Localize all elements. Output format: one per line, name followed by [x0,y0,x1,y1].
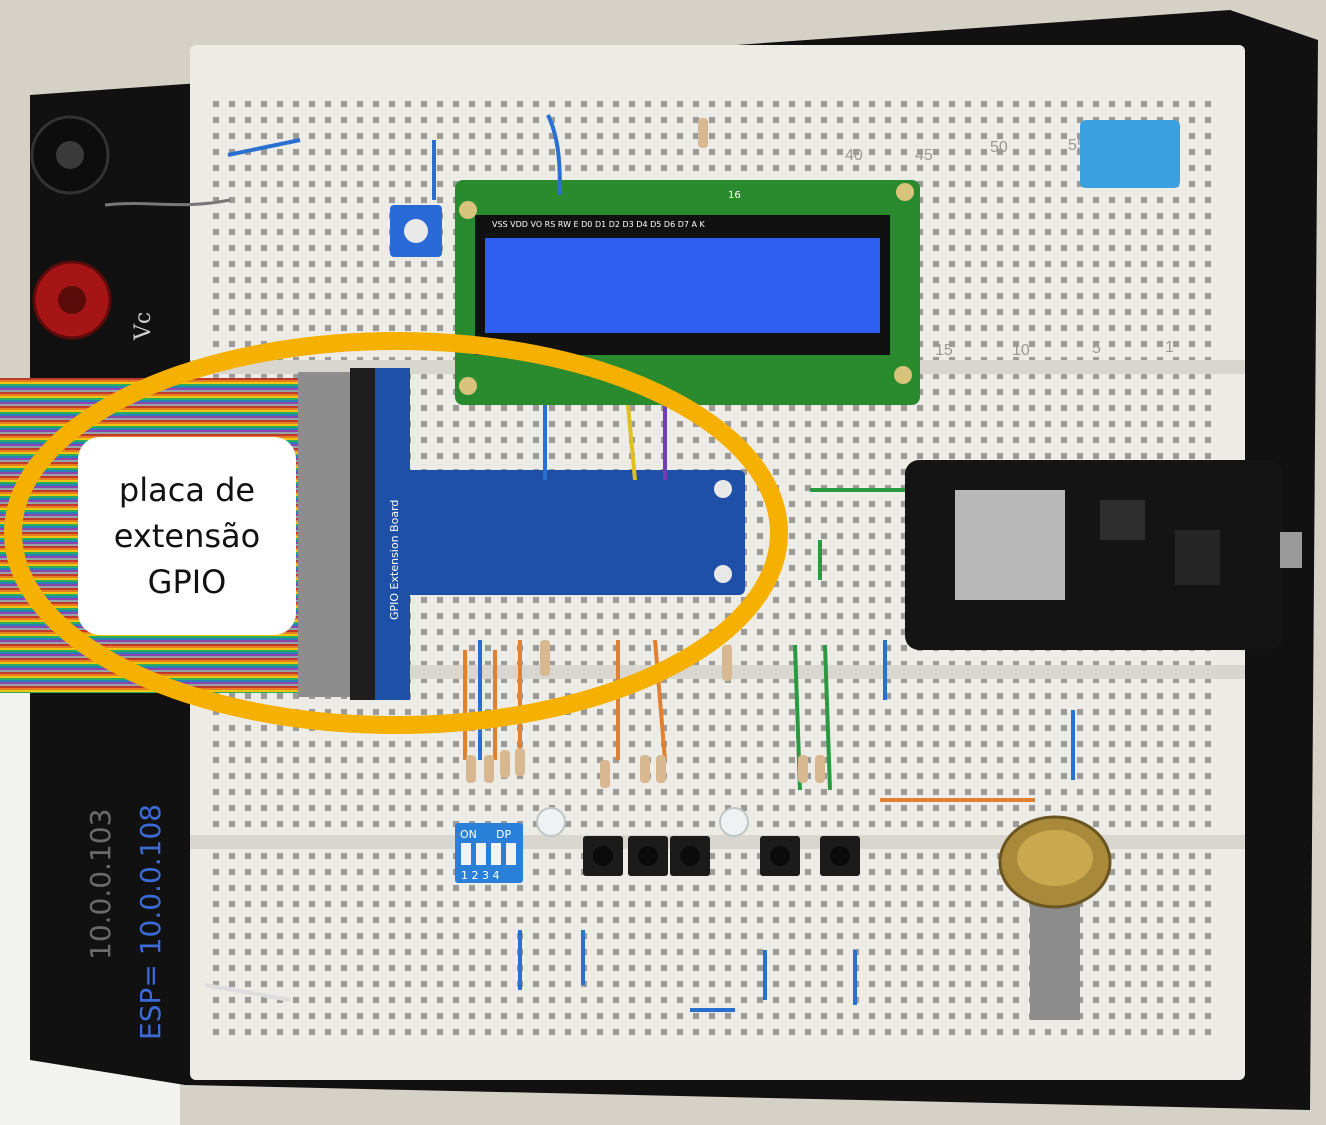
micro-usb-port [1280,532,1302,568]
dip-dp-label: DP [496,828,511,841]
ribbon-connector [298,372,358,697]
mounting-hole [459,377,477,395]
dip-on-label: ON [460,828,477,841]
row-number: 50 [990,139,1008,156]
mounting-hole [896,183,914,201]
mounting-hole [894,366,912,384]
handwritten-ip-note: 10.0.0.103 [84,809,117,960]
esp-wifi-module [955,490,1065,600]
led [536,807,566,837]
dip-numbers: 1 2 3 4 [461,869,499,882]
row-number: 1 [1165,339,1174,356]
row-number: 45 [915,147,933,164]
black-binding-post-hole [56,141,84,169]
gpio-board-title: GPIO Extension Board [388,500,401,620]
mounting-hole [714,480,732,498]
lcd-pin-number: 16 [728,190,741,201]
mounting-hole [459,201,477,219]
voltage-regulator [1100,500,1145,540]
callout-line: placa de [118,471,256,509]
trimmer-knob [404,219,428,243]
row-number: 40 [845,147,863,164]
mounting-hole [714,565,732,583]
gpio-callout-label: placa de extensão GPIO [78,437,296,635]
callout-line: extensão [113,517,261,555]
gpio-extension-board [380,470,745,595]
red-binding-post-hole [58,286,86,314]
potentiometer-cap [1017,830,1093,886]
row-number: 5 [1092,340,1101,357]
lcd-screen [485,238,880,333]
handwritten-esp-ip-note: ESP= 10.0.0.108 [134,804,167,1040]
power-label: Vc [131,312,156,341]
usb-serial-chip [1175,530,1220,585]
callout-line: GPIO [147,563,227,601]
dht-sensor [1080,120,1180,188]
lcd-pin-labels: VSS VDD VO RS RW E D0 D1 D2 D3 D4 D5 D6 … [492,220,706,229]
row-number: 15 [935,342,953,359]
led [719,807,749,837]
row-number: 10 [1012,342,1030,359]
